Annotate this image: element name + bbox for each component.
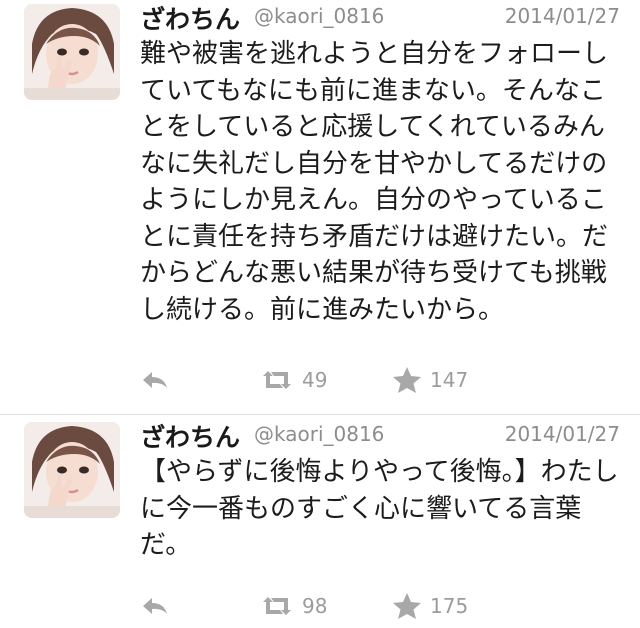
retweet-icon bbox=[263, 371, 291, 389]
tweet[interactable]: ざわちん @kaori_0816 2014/01/27 難や被害を逃れようと自分… bbox=[0, 0, 640, 412]
avatar[interactable] bbox=[24, 422, 120, 518]
retweet-button[interactable]: 49 bbox=[260, 364, 327, 396]
star-icon bbox=[393, 367, 421, 393]
reply-button[interactable] bbox=[140, 364, 170, 396]
tweet-actions: 98 175 bbox=[140, 590, 620, 622]
avatar-photo bbox=[24, 4, 120, 100]
user-handle[interactable]: @kaori_0816 bbox=[254, 4, 384, 28]
tweet[interactable]: ざわちん @kaori_0816 2014/01/27 【やらずに後悔よりやって… bbox=[0, 418, 640, 628]
tweet-date: 2014/01/27 bbox=[504, 422, 620, 446]
favorite-count: 175 bbox=[430, 594, 469, 618]
star-icon bbox=[393, 593, 421, 619]
avatar[interactable] bbox=[24, 4, 120, 100]
avatar-photo bbox=[24, 422, 120, 518]
display-name[interactable]: ざわちん bbox=[140, 418, 240, 454]
tweet-date: 2014/01/27 bbox=[504, 4, 620, 28]
retweet-button[interactable]: 98 bbox=[260, 590, 327, 622]
reply-arrow-icon bbox=[143, 598, 167, 614]
display-name[interactable]: ざわちん bbox=[140, 0, 240, 36]
tweet-header: ざわちん @kaori_0816 2014/01/27 bbox=[140, 0, 620, 36]
retweet-count: 49 bbox=[302, 368, 328, 392]
tweet-divider bbox=[0, 414, 640, 415]
retweet-icon bbox=[263, 597, 291, 615]
tweet-header: ざわちん @kaori_0816 2014/01/27 bbox=[140, 418, 620, 454]
favorite-button[interactable]: 175 bbox=[392, 590, 468, 622]
favorite-button[interactable]: 147 bbox=[392, 364, 468, 396]
reply-arrow-icon bbox=[143, 372, 167, 388]
tweet-text: 難や被害を逃れようと自分をフォローしていてもなにも前に進まない。そんなことをして… bbox=[140, 39, 609, 325]
retweet-count: 98 bbox=[302, 594, 328, 618]
tweet-actions: 49 147 bbox=[140, 364, 620, 396]
user-handle[interactable]: @kaori_0816 bbox=[254, 422, 384, 446]
favorite-count: 147 bbox=[430, 368, 469, 392]
tweet-text: 【やらずに後悔よりやって後悔。】わたしに今一番ものすごく心に響いてる言葉だ。 bbox=[140, 457, 619, 560]
reply-button[interactable] bbox=[140, 590, 170, 622]
